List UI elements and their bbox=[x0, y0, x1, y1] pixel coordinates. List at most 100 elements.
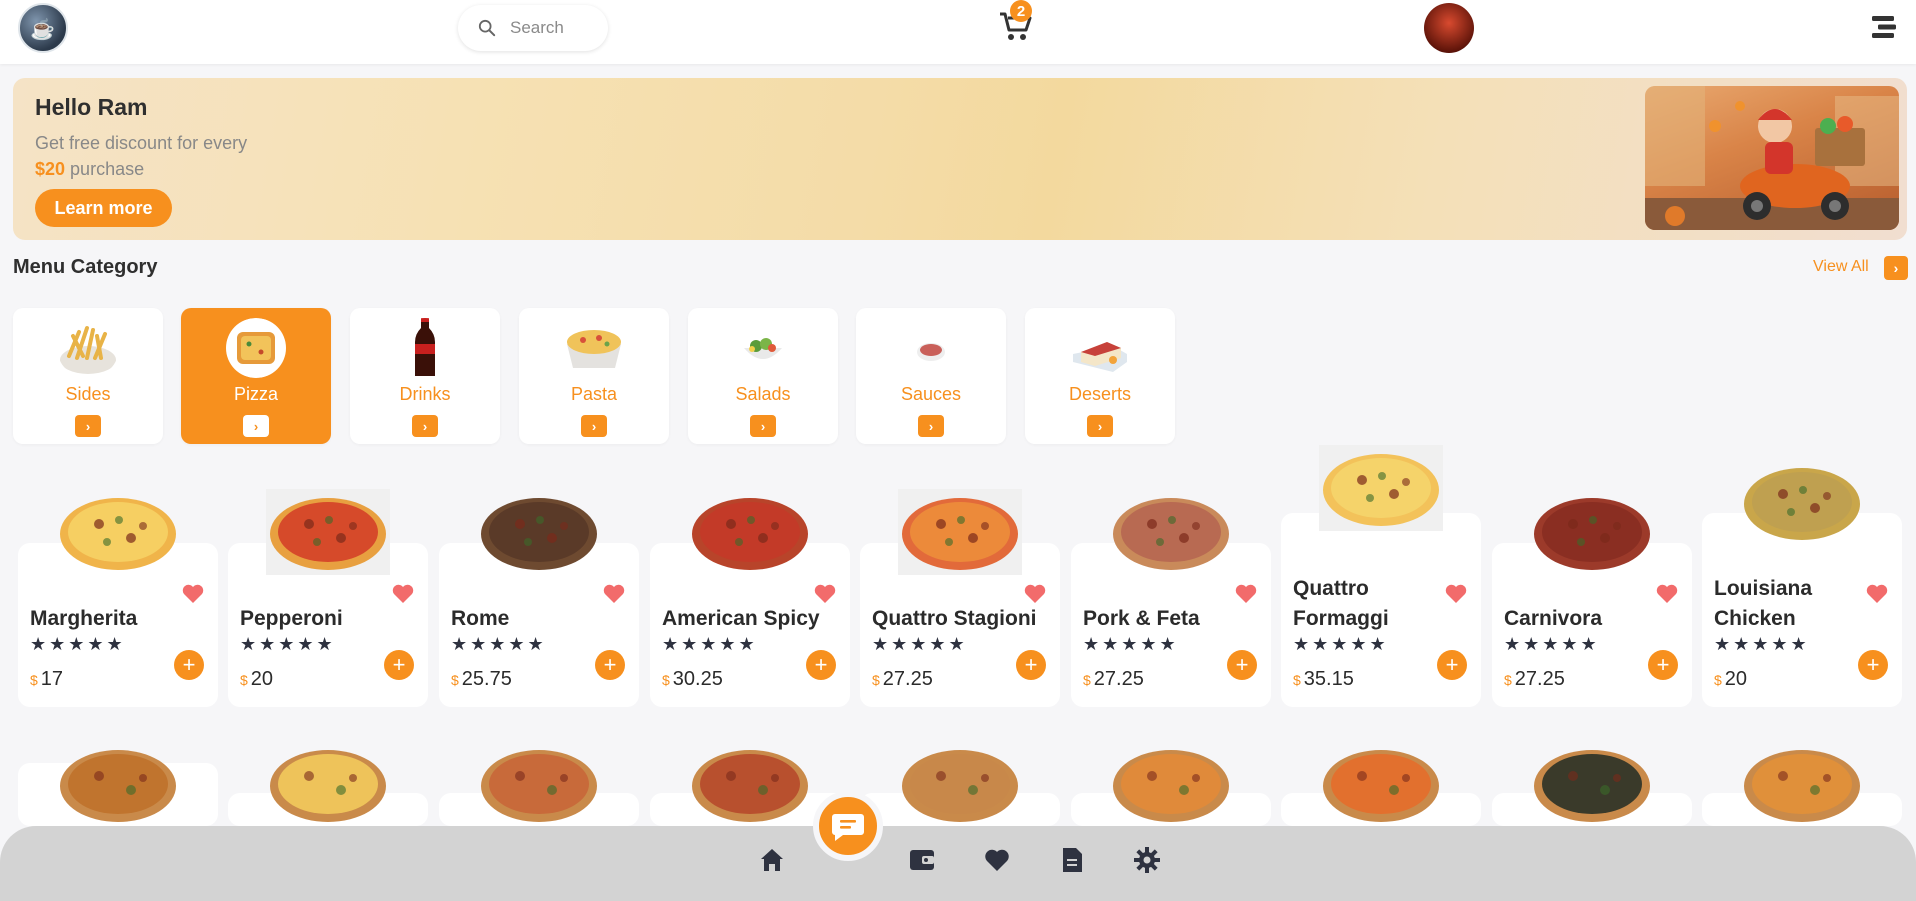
product-price: $25.75 bbox=[451, 668, 512, 691]
pizza-image bbox=[688, 489, 812, 575]
home-icon[interactable] bbox=[758, 846, 786, 874]
add-to-cart-button[interactable]: + bbox=[1227, 650, 1257, 680]
add-to-cart-button[interactable]: + bbox=[806, 650, 836, 680]
currency-symbol: $ bbox=[30, 672, 38, 688]
salad-bowl-image bbox=[744, 338, 782, 359]
gear-icon[interactable] bbox=[1133, 846, 1161, 874]
category-label: Pasta bbox=[570, 384, 618, 404]
rating-stars: ★★★★★ bbox=[30, 634, 126, 654]
heart-icon[interactable] bbox=[1866, 584, 1888, 604]
category-sides[interactable]: Sides › bbox=[13, 308, 163, 444]
menu-icon[interactable] bbox=[1870, 14, 1898, 40]
price-value: 27.25 bbox=[882, 668, 933, 690]
chat-button[interactable] bbox=[813, 791, 883, 861]
price-value: 27.25 bbox=[1514, 668, 1565, 690]
pizza-image bbox=[226, 318, 286, 378]
banner-text: Get free discount for every $20 purchase bbox=[35, 130, 295, 182]
currency-symbol: $ bbox=[240, 672, 248, 688]
logo[interactable]: ☕ bbox=[18, 3, 68, 53]
category-arrow-button[interactable]: › bbox=[412, 415, 438, 437]
favorites-heart-icon[interactable] bbox=[983, 846, 1011, 874]
add-to-cart-button[interactable]: + bbox=[174, 650, 204, 680]
product-price: $27.25 bbox=[1504, 668, 1565, 691]
category-pasta[interactable]: Pasta › bbox=[519, 308, 669, 444]
view-all-link[interactable]: View All bbox=[1813, 258, 1869, 276]
heart-icon[interactable] bbox=[1024, 584, 1046, 604]
category-arrow-button[interactable]: › bbox=[75, 415, 101, 437]
rating-stars: ★★★★★ bbox=[240, 634, 336, 654]
heart-icon[interactable] bbox=[1656, 584, 1678, 604]
rating-stars: ★★★★★ bbox=[1083, 634, 1179, 654]
category-label: Pizza bbox=[233, 384, 278, 404]
category-label: Deserts bbox=[1068, 384, 1131, 404]
promo-banner: Hello Ram Get free discount for every $2… bbox=[13, 78, 1907, 240]
category-pizza[interactable]: Pizza › bbox=[181, 308, 331, 444]
product-price: $27.25 bbox=[872, 668, 933, 691]
category-label: Sauces bbox=[900, 384, 962, 404]
banner-amount: $20 bbox=[35, 159, 66, 179]
category-sauces[interactable]: Sauces › bbox=[856, 308, 1006, 444]
category-label: Drinks bbox=[399, 384, 451, 404]
price-value: 17 bbox=[40, 668, 64, 690]
add-to-cart-button[interactable]: + bbox=[1648, 650, 1678, 680]
product-name: Quattro Formaggi bbox=[1293, 577, 1389, 630]
heart-icon[interactable] bbox=[814, 584, 836, 604]
pizza-image bbox=[1319, 445, 1443, 531]
pizza-image bbox=[898, 489, 1022, 575]
cake-image bbox=[1073, 342, 1127, 372]
category-arrow-button[interactable]: › bbox=[581, 415, 607, 437]
add-to-cart-button[interactable]: + bbox=[1016, 650, 1046, 680]
pizza-image bbox=[1319, 741, 1443, 827]
category-label: Sides bbox=[65, 384, 111, 404]
product-name: Rome bbox=[451, 607, 510, 630]
heart-icon[interactable] bbox=[392, 584, 414, 604]
product-name: Quattro Stagioni bbox=[872, 607, 1037, 630]
currency-symbol: $ bbox=[662, 672, 670, 688]
category-arrow-button[interactable]: › bbox=[750, 415, 776, 437]
pizza-image bbox=[1530, 489, 1654, 575]
search-box[interactable] bbox=[458, 5, 608, 51]
currency-symbol: $ bbox=[1714, 672, 1722, 688]
currency-symbol: $ bbox=[451, 672, 459, 688]
pizza-image bbox=[477, 741, 601, 827]
wallet-icon[interactable] bbox=[908, 846, 936, 874]
category-arrow-button[interactable]: › bbox=[1087, 415, 1113, 437]
price-value: 20 bbox=[250, 668, 274, 690]
pizza-image bbox=[477, 489, 601, 575]
product-name: American Spicy bbox=[662, 607, 820, 630]
heart-icon[interactable] bbox=[603, 584, 625, 604]
price-value: 30.25 bbox=[672, 668, 723, 690]
category-drinks[interactable]: Drinks › bbox=[350, 308, 500, 444]
category-arrow-button[interactable]: › bbox=[918, 415, 944, 437]
category-label: Salads bbox=[735, 384, 791, 404]
heart-icon[interactable] bbox=[1235, 584, 1257, 604]
add-to-cart-button[interactable]: + bbox=[595, 650, 625, 680]
heart-icon[interactable] bbox=[1445, 584, 1467, 604]
learn-more-button[interactable]: Learn more bbox=[35, 189, 172, 227]
category-arrow-button[interactable]: › bbox=[243, 415, 269, 437]
menu-category-title: Menu Category bbox=[13, 256, 158, 278]
price-value: 25.75 bbox=[461, 668, 512, 690]
category-deserts[interactable]: Deserts › bbox=[1025, 308, 1175, 444]
rating-stars: ★★★★★ bbox=[872, 634, 968, 654]
pasta-dish-image bbox=[567, 330, 621, 368]
product-name: Pork & Feta bbox=[1083, 607, 1200, 630]
add-to-cart-button[interactable]: + bbox=[1437, 650, 1467, 680]
add-to-cart-button[interactable]: + bbox=[384, 650, 414, 680]
pizza-image bbox=[1740, 459, 1864, 545]
product-name: Carnivora bbox=[1504, 607, 1603, 630]
add-to-cart-button[interactable]: + bbox=[1858, 650, 1888, 680]
rating-stars: ★★★★★ bbox=[1293, 634, 1389, 654]
category-salads[interactable]: Salads › bbox=[688, 308, 838, 444]
rating-stars: ★★★★★ bbox=[662, 634, 758, 654]
view-all-arrow-button[interactable]: › bbox=[1884, 256, 1908, 280]
product-name: Louisiana Chicken bbox=[1714, 577, 1813, 630]
currency-symbol: $ bbox=[1083, 672, 1091, 688]
avatar[interactable] bbox=[1424, 3, 1474, 53]
bottom-nav-bar bbox=[0, 826, 1916, 901]
search-input[interactable] bbox=[510, 18, 600, 38]
currency-symbol: $ bbox=[1293, 672, 1301, 688]
pizza-image bbox=[1109, 489, 1233, 575]
receipt-icon[interactable] bbox=[1058, 846, 1086, 874]
heart-icon[interactable] bbox=[182, 584, 204, 604]
